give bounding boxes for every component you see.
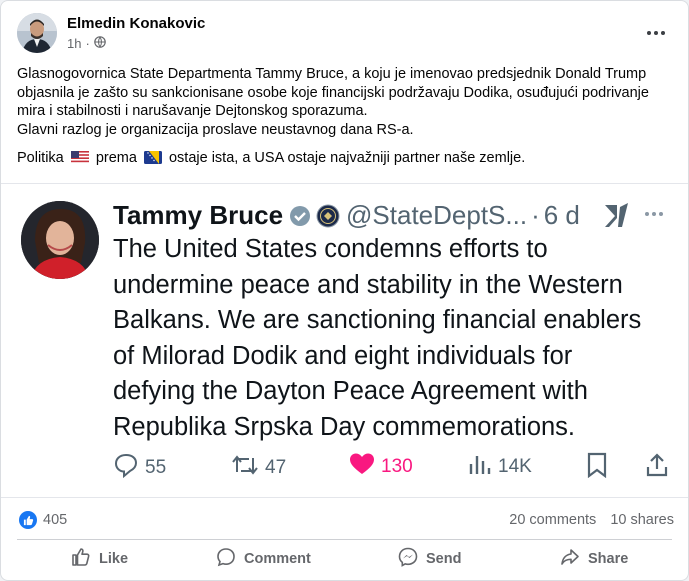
share-button[interactable]: Share — [560, 545, 628, 573]
tweet-line: undermine peace and stability in the Wes… — [113, 270, 623, 299]
like-count: 130 — [381, 456, 413, 477]
tweet-line: The United States condemns efforts to — [113, 235, 548, 263]
tweet-line: of Milorad Dodik and eight individuals f… — [113, 341, 573, 370]
post-text: Glasnogovornica State Departmenta Tammy … — [17, 65, 672, 170]
tweet-share-icon — [645, 452, 669, 478]
embedded-tweet-image[interactable]: Tammy Bruce @StateDeptS... · 6 d The Uni… — [1, 183, 688, 498]
more-options-button[interactable] — [640, 19, 672, 47]
tweet-replies: 55 — [113, 452, 166, 484]
messenger-icon — [398, 547, 418, 571]
comments-count[interactable]: 20 comments — [509, 512, 596, 528]
post-meta: 1h · — [67, 36, 106, 51]
post-line: Glavni razlog je organizacija proslave n… — [17, 121, 414, 138]
tweet-likes: 130 — [349, 452, 413, 482]
reactions-summary[interactable]: 405 — [19, 511, 67, 529]
post-line: objasnila je zašto su sankcionisane osob… — [17, 84, 649, 101]
reply-count: 55 — [145, 457, 167, 478]
grok-icon — [601, 201, 631, 236]
send-button[interactable]: Send — [398, 545, 461, 573]
tweet-author-avatar — [21, 201, 99, 279]
repost-count: 47 — [265, 457, 287, 478]
author-name[interactable]: Elmedin Konakovic — [67, 15, 205, 32]
tweet-line: Republika Srpska Day commemorations. — [113, 412, 576, 441]
post-text-fragment: ostaje ista, a USA ostaje najvažniji par… — [168, 150, 526, 166]
globe-icon — [94, 36, 106, 51]
tweet-views: 14K — [468, 452, 532, 482]
post-time[interactable]: 1h — [67, 36, 81, 51]
views-count: 14K — [498, 456, 532, 477]
tweet-line: Balkans. We are sanctioning financial en… — [113, 306, 642, 334]
tweet-author-name: Tammy Bruce — [113, 200, 284, 230]
like-label: Like — [99, 551, 129, 567]
post-card: Elmedin Konakovic 1h · Glasnogovornica S… — [0, 0, 689, 581]
reaction-count: 405 — [43, 512, 68, 528]
post-line: Glasnogovornica State Departmenta Tammy … — [17, 66, 647, 82]
us-flag-icon — [70, 151, 89, 170]
bosnia-flag-icon — [143, 151, 162, 170]
bookmark-icon — [585, 452, 609, 478]
tweet-reposts: 47 — [231, 452, 286, 484]
post-text-fragment: Politika — [17, 150, 64, 166]
tweet-separator: · — [531, 200, 540, 230]
share-arrow-icon — [560, 547, 580, 571]
tweet-actions: 55 47 130 14K — [113, 452, 678, 482]
dot — [661, 31, 665, 35]
dot — [654, 31, 658, 35]
tweet-header: Tammy Bruce @StateDeptS... · 6 d — [113, 200, 580, 231]
tweet-age: 6 d — [543, 200, 580, 230]
tweet-line: defying the Dayton Peace Agreement with — [113, 377, 588, 405]
tweet-more-icon — [645, 212, 663, 216]
like-button[interactable]: Like — [71, 545, 128, 573]
comment-label: Comment — [244, 551, 311, 567]
divider — [17, 539, 672, 540]
share-label: Share — [588, 551, 629, 567]
post-paragraph-1: Glasnogovornica State Departmenta Tammy … — [17, 65, 672, 139]
reply-icon — [113, 452, 139, 484]
tweet-handle: @StateDeptS... — [346, 200, 528, 230]
dot — [647, 31, 651, 35]
post-text-fragment: prema — [95, 150, 137, 166]
post-paragraph-2: Politika prema ostaje ista, a USA ostaje… — [17, 149, 672, 170]
comment-button[interactable]: Comment — [216, 545, 311, 573]
heart-icon — [349, 452, 375, 482]
tweet-text: The United States condemns efforts to un… — [113, 232, 683, 445]
repost-icon — [231, 452, 259, 484]
send-label: Send — [426, 551, 462, 567]
author-avatar[interactable] — [17, 13, 57, 53]
post-line: mira i stabilnosti i narušavanje Dejtons… — [17, 103, 368, 119]
verified-badge-icon — [289, 205, 311, 227]
like-reaction-icon — [19, 511, 37, 529]
post-action-bar: Like Comment Send Share — [1, 542, 688, 576]
engagement-counts: 20 comments 10 shares — [509, 512, 674, 528]
thumbs-up-icon — [71, 547, 91, 571]
comment-icon — [216, 547, 236, 571]
shares-count[interactable]: 10 shares — [610, 512, 674, 528]
state-dept-seal-icon — [316, 204, 340, 228]
views-chart-icon — [468, 452, 492, 482]
